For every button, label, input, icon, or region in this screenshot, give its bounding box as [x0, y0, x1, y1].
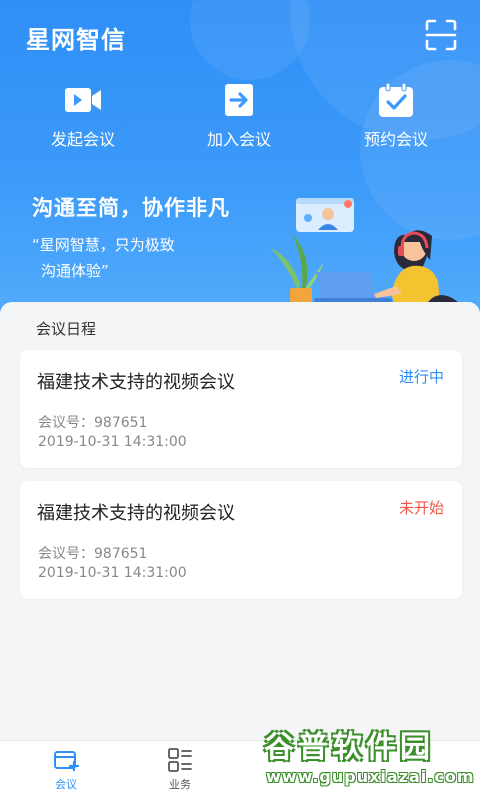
tab-business-label: 业务: [169, 778, 191, 791]
video-call-illustration: [262, 198, 472, 306]
watermark-line2: www.gupuxiazai.com: [266, 767, 475, 786]
video-camera-icon: [65, 88, 101, 112]
tab-meeting-label: 会议: [55, 778, 77, 791]
start-meeting-label: 发起会议: [50, 130, 115, 149]
quick-actions: 发起会议 加入会议 预约会议: [0, 82, 480, 162]
meeting-number: 会议号：987651: [38, 546, 148, 562]
status-badge: 未开始: [398, 499, 444, 517]
watermark-line1: 谷普软件园: [264, 730, 434, 765]
meeting-name: 福建技术支持的视频会议: [37, 372, 235, 393]
schedule-title: 会议日程: [36, 320, 97, 338]
meeting-icon: [54, 751, 79, 772]
meeting-card[interactable]: 福建技术支持的视频会议 未开始 会议号：987651 2019-10-31 14…: [20, 481, 462, 599]
meeting-name: 福建技术支持的视频会议: [37, 503, 235, 524]
join-meeting-button[interactable]: 加入会议: [179, 82, 299, 150]
schedule-panel: 会议日程 福建技术支持的视频会议 进行中 会议号：987651 2019-10-…: [0, 302, 480, 740]
meeting-time: 2019-10-31 14:31:00: [38, 565, 187, 581]
meeting-card[interactable]: 福建技术支持的视频会议 进行中 会议号：987651 2019-10-31 14…: [20, 350, 462, 468]
meeting-number: 会议号：987651: [38, 415, 148, 431]
tab-meeting[interactable]: 会议: [26, 741, 106, 800]
watermark: 谷普软件园 www.gupuxiazai.com: [262, 722, 474, 798]
decor-circle: [190, 0, 310, 80]
enter-icon: [225, 84, 253, 116]
grid-list-icon: [168, 748, 192, 772]
banner-quote-line2: 沟通体验”: [41, 262, 109, 280]
status-badge: 进行中: [398, 368, 444, 386]
banner-quote: “星网智慧，只为极致 沟通体验”: [32, 232, 175, 284]
start-meeting-button[interactable]: 发起会议: [23, 82, 143, 150]
meeting-time: 2019-10-31 14:31:00: [38, 434, 187, 450]
schedule-meeting-label: 预约会议: [363, 130, 428, 149]
scan-icon[interactable]: [424, 18, 458, 52]
banner-quote-line1: “星网智慧，只为极致: [32, 236, 175, 254]
header: 星网智信 发起会议 加入会议 预约会议 沟通至简，协作非凡 “星网智慧，只为极致…: [0, 0, 480, 330]
calendar-check-icon: [379, 82, 413, 117]
schedule-meeting-button[interactable]: 预约会议: [336, 82, 456, 150]
join-meeting-label: 加入会议: [206, 130, 271, 149]
tab-business[interactable]: 业务: [140, 741, 220, 800]
app-title: 星网智信: [26, 26, 126, 54]
banner-slogan: 沟通至简，协作非凡: [32, 196, 230, 220]
